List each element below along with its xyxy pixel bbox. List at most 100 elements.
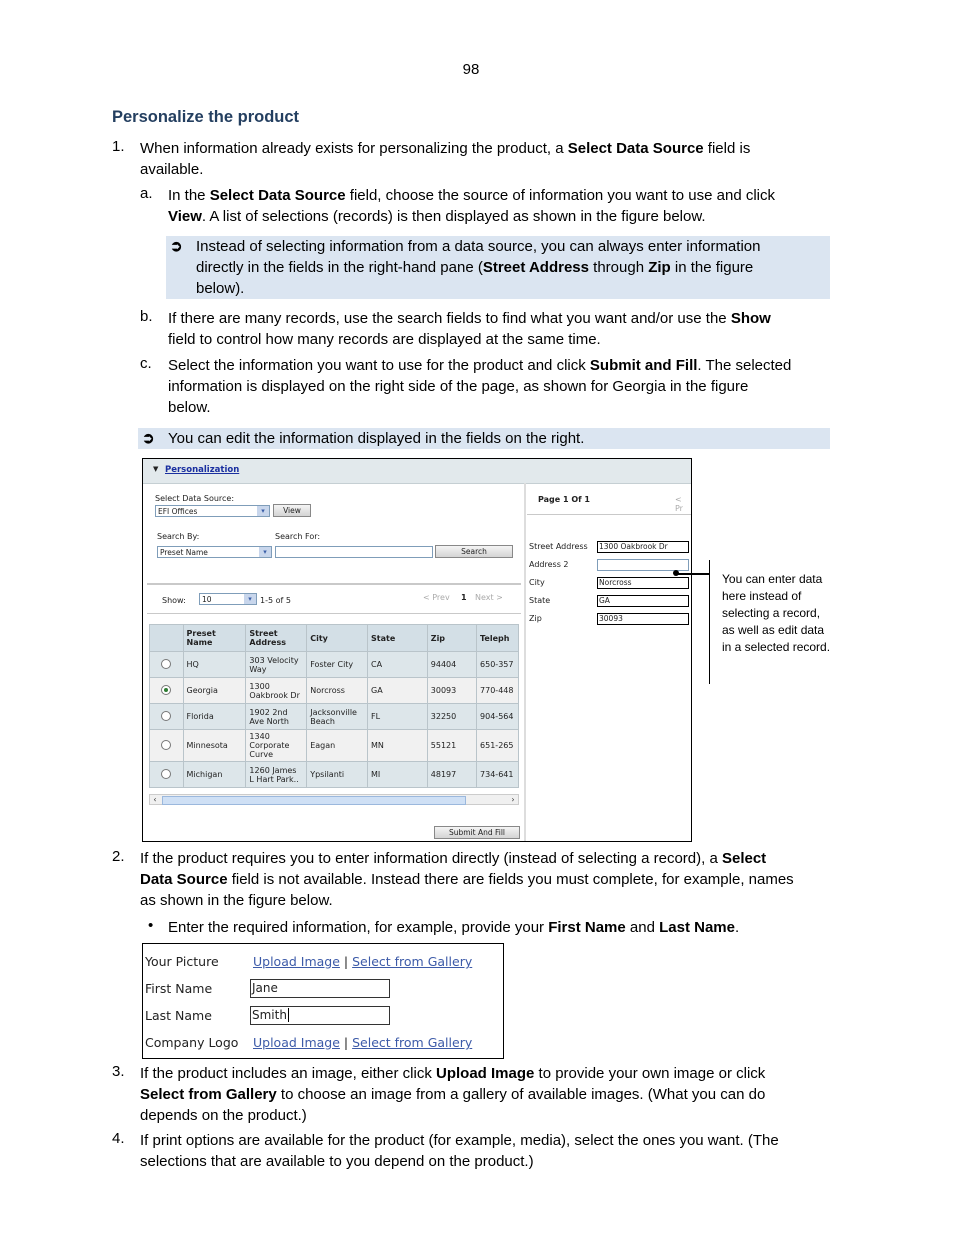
next-link[interactable]: Next > [475, 593, 503, 602]
record-radio[interactable] [161, 658, 172, 669]
cell-street: 303 Velocity Way [245, 651, 308, 678]
cell-state: CA [367, 651, 428, 678]
horizontal-scrollbar[interactable]: ‹ › [149, 794, 519, 805]
prev-link-partial[interactable]: < Pr [675, 495, 691, 513]
field-input-street-address[interactable]: 1300 Oakbrook Dr [597, 541, 689, 553]
step-1c-text: Select the information you want to use f… [168, 357, 792, 416]
search-for-label: Search For: [275, 532, 321, 541]
table-row[interactable]: Minnesota 1340 Corporate Curve Eagan MN 5512… [149, 729, 519, 762]
select-from-gallery-link[interactable]: Select from Gallery [352, 1035, 472, 1050]
first-name-input[interactable]: Jane [250, 979, 390, 998]
chevron-down-icon: ▾ [259, 547, 271, 557]
search-for-input[interactable] [275, 546, 433, 558]
bullet-icon: • [148, 917, 154, 934]
field-input-city[interactable]: Norcross [597, 577, 689, 589]
table-row[interactable]: Michigan 1260 James L Hart Park.. Ypsilant… [149, 761, 519, 788]
record-radio[interactable] [161, 710, 172, 721]
col-header[interactable]: Preset Name [182, 624, 247, 652]
cell-name: Georgia [182, 677, 247, 704]
col-header[interactable]: Zip [426, 624, 478, 652]
table-row[interactable]: Georgia 1300 Oakbrook Dr Norcross GA 30093 77… [149, 677, 519, 704]
search-by-select[interactable]: Preset Name ▾ [157, 546, 272, 558]
cell-name: HQ [182, 651, 247, 678]
callout-bracket [709, 560, 710, 684]
record-radio[interactable] [161, 739, 172, 750]
radio-cell[interactable] [149, 761, 184, 788]
data-source-select[interactable]: EFI Offices ▾ [155, 505, 270, 517]
cell-street: 1260 James L Hart Park.. [245, 761, 308, 788]
note-box: ➲ Instead of selecting information from … [166, 236, 830, 299]
scroll-right-icon[interactable]: › [508, 795, 518, 804]
divider [147, 613, 521, 614]
arrow-icon: ➲ [142, 430, 155, 447]
step-letter: a. [140, 185, 153, 202]
cell-street: 1902 2nd Ave North [245, 703, 308, 730]
step-1a-text: In the Select Data Source field, choose … [168, 187, 776, 225]
field-label: Street Address [529, 542, 588, 551]
field-label: State [529, 596, 551, 605]
show-label: Show: [162, 596, 186, 605]
cell-phone: 651-265 [476, 729, 519, 762]
last-name-label: Last Name [145, 1008, 212, 1023]
cell-city: Eagan [306, 729, 369, 762]
upload-image-link[interactable]: Upload Image [253, 954, 340, 969]
cell-zip: 94404 [426, 651, 478, 678]
cell-street: 1300 Oakbrook Dr [245, 677, 308, 704]
field-input-state[interactable]: GA [597, 595, 689, 607]
field-input-zip[interactable]: 30093 [597, 613, 689, 625]
cell-phone: 770-448 [476, 677, 519, 704]
col-header[interactable]: Street Address [245, 624, 308, 652]
field-label: Address 2 [529, 560, 569, 569]
cell-phone: 904-564 [476, 703, 519, 730]
show-select[interactable]: 10 ▾ [199, 593, 257, 605]
radio-cell[interactable] [149, 729, 184, 762]
callout-text: You can enter data here instead of selec… [722, 572, 831, 654]
records-table: Preset Name Street Address City State Zi… [149, 624, 519, 788]
personalization-screenshot: ▼ Personalization Select Data Source: EF… [142, 458, 692, 842]
step-1-text: When information already exists for pers… [140, 140, 751, 178]
radio-cell[interactable] [149, 677, 184, 704]
scroll-thumb[interactable] [162, 796, 466, 805]
radio-cell[interactable] [149, 703, 184, 730]
step-letter: b. [140, 308, 153, 325]
prev-link[interactable]: < Prev [423, 593, 450, 602]
cell-name: Minnesota [182, 729, 247, 762]
your-picture-label: Your Picture [145, 954, 219, 969]
collapse-triangle-icon[interactable]: ▼ [153, 465, 158, 473]
step-4-text: If print options are available for the p… [140, 1132, 779, 1170]
last-name-input[interactable]: Smith​ [250, 1006, 390, 1025]
chevron-down-icon: ▾ [257, 506, 269, 516]
range-text: 1-5 of 5 [260, 596, 291, 605]
radio-cell[interactable] [149, 651, 184, 678]
step-number: 2. [112, 848, 125, 865]
cell-state: GA [367, 677, 428, 704]
personalization-link[interactable]: Personalization [165, 465, 239, 475]
view-button[interactable]: View [273, 504, 311, 517]
text-cursor: ​ [287, 1008, 289, 1022]
col-header [149, 624, 184, 652]
step-2-text: If the product requires you to enter inf… [140, 850, 794, 909]
field-label: City [529, 578, 545, 587]
table-row[interactable]: Florida 1902 2nd Ave North Jacksonville Be… [149, 703, 519, 730]
col-header[interactable]: State [367, 624, 428, 652]
search-button[interactable]: Search [435, 545, 513, 558]
col-header[interactable]: City [306, 624, 369, 652]
table-row[interactable]: HQ 303 Velocity Way Foster City CA 94404 650-… [149, 651, 519, 678]
chevron-down-icon: ▾ [244, 594, 256, 604]
cell-phone: 734-641 [476, 761, 519, 788]
step-number: 4. [112, 1130, 125, 1147]
submit-and-fill-button[interactable]: Submit And Fill [434, 826, 520, 839]
step-letter: c. [140, 355, 152, 372]
upload-image-link[interactable]: Upload Image [253, 1035, 340, 1050]
scroll-left-icon[interactable]: ‹ [150, 795, 160, 804]
record-radio[interactable] [161, 684, 172, 695]
cell-city: Ypsilanti [306, 761, 369, 788]
callout-dot [673, 570, 679, 576]
col-header[interactable]: Teleph [476, 624, 519, 652]
select-from-gallery-link[interactable]: Select from Gallery [352, 954, 472, 969]
step-3-text: If the product includes an image, either… [140, 1065, 766, 1124]
page-number-link[interactable]: 1 [461, 593, 467, 602]
field-label: Zip [529, 614, 542, 623]
cell-city: Norcross [306, 677, 369, 704]
record-radio[interactable] [161, 768, 172, 779]
